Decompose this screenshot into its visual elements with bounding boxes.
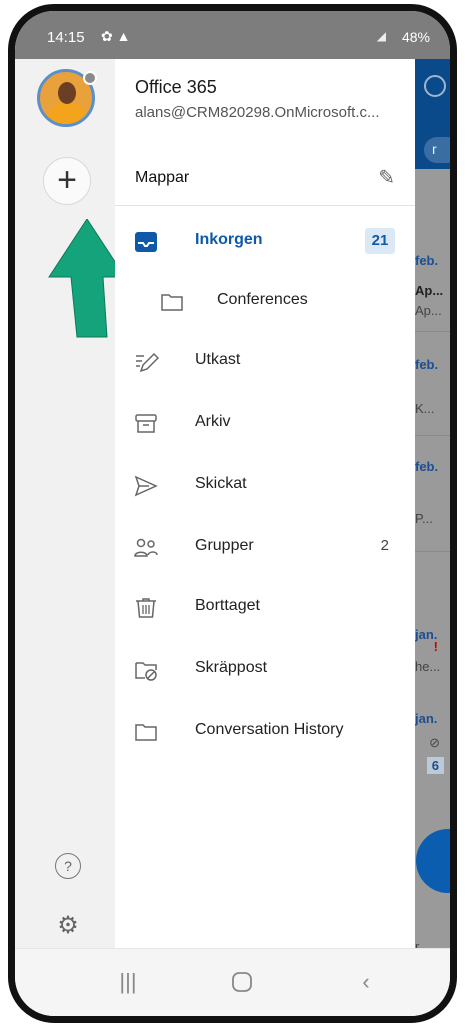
mail-header-bar: r bbox=[415, 59, 450, 169]
folder-item-grupper[interactable]: Grupper 2 bbox=[115, 517, 415, 579]
compose-fab bbox=[416, 829, 450, 893]
archive-icon bbox=[135, 414, 157, 433]
folder-item-arkiv[interactable]: Arkiv bbox=[115, 393, 415, 455]
notification-icons: ✿ ▲ bbox=[101, 28, 131, 44]
bg-thread-count: 6 bbox=[426, 757, 444, 774]
groups-icon bbox=[134, 538, 158, 557]
folders-header: Mappar ✎ bbox=[115, 155, 415, 205]
bg-subject: Ap... bbox=[415, 283, 444, 298]
filter-pill: r bbox=[424, 137, 450, 163]
sent-icon bbox=[134, 475, 158, 497]
unread-badge: 21 bbox=[365, 228, 395, 254]
folder-label: Borttaget bbox=[195, 597, 260, 614]
presence-indicator bbox=[83, 71, 97, 85]
folder-item-conferences[interactable]: Conferences bbox=[115, 271, 415, 333]
folder-label: Skräppost bbox=[195, 659, 268, 676]
folder-label: Grupper bbox=[195, 537, 254, 554]
drafts-icon bbox=[136, 352, 159, 373]
folder-icon bbox=[161, 294, 183, 311]
folder-item-skrappost[interactable]: Skräppost bbox=[115, 639, 415, 701]
important-icon: ! bbox=[433, 639, 438, 654]
folder-label: Conferences bbox=[217, 291, 308, 308]
inbox-icon bbox=[135, 232, 157, 252]
battery-level: 48% bbox=[401, 29, 430, 45]
attachment-icon: ⊘ bbox=[429, 735, 440, 750]
search-icon bbox=[424, 75, 446, 97]
background-mail-list: r feb. Ap... Ap... feb. K... feb. P... j… bbox=[415, 59, 450, 948]
folder-label: Arkiv bbox=[195, 413, 231, 430]
system-nav-bar: ||| ‹ bbox=[15, 948, 450, 1016]
bg-preview: r bbox=[415, 939, 420, 948]
folder-item-utkast[interactable]: Utkast bbox=[115, 331, 415, 393]
folder-label: Conversation History bbox=[195, 721, 344, 738]
folder-count: 2 bbox=[380, 537, 389, 554]
settings-gear-icon[interactable]: ⚙ bbox=[55, 913, 81, 939]
status-time: 14:15 bbox=[47, 29, 85, 46]
bg-date: feb. bbox=[415, 459, 439, 474]
bg-preview: P... bbox=[415, 511, 433, 526]
bg-preview: Ap... bbox=[415, 303, 442, 318]
filter-pill-text: r bbox=[432, 141, 437, 157]
folder-item-inkorgen[interactable]: Inkorgen 21 bbox=[115, 211, 415, 273]
bg-divider bbox=[415, 435, 450, 436]
back-icon[interactable]: ‹ bbox=[351, 967, 381, 997]
bg-divider bbox=[415, 331, 450, 332]
account-name: Office 365 bbox=[135, 77, 217, 97]
recent-apps-icon[interactable]: ||| bbox=[113, 967, 143, 997]
folders-title: Mappar bbox=[135, 169, 190, 186]
bg-preview: K... bbox=[415, 401, 435, 416]
bg-divider bbox=[415, 551, 450, 552]
folder-item-conversation-history[interactable]: Conversation History bbox=[115, 701, 415, 763]
avatar-head bbox=[58, 82, 76, 104]
folder-label: Skickat bbox=[195, 475, 247, 492]
junk-icon bbox=[135, 662, 157, 681]
edit-pencil-icon[interactable]: ✎ bbox=[378, 165, 395, 190]
trash-icon bbox=[136, 598, 156, 618]
folder-item-borttaget[interactable]: Borttaget bbox=[115, 577, 415, 639]
avatar-body bbox=[48, 102, 86, 124]
home-icon[interactable] bbox=[227, 967, 257, 997]
bg-date: feb. bbox=[415, 253, 439, 268]
folder-label: Utkast bbox=[195, 351, 241, 368]
bg-date: feb. bbox=[415, 357, 439, 372]
folder-item-skickat[interactable]: Skickat bbox=[115, 455, 415, 517]
screen: 14:15 ✿ ▲ ◢ 48% r feb. Ap... Ap... feb. … bbox=[15, 11, 450, 1016]
add-account-button[interactable]: + bbox=[43, 157, 91, 205]
bg-preview: he... bbox=[415, 659, 441, 674]
account-rail: + ? ⚙ bbox=[15, 59, 126, 948]
bg-date: jan. bbox=[415, 711, 438, 726]
header-divider bbox=[115, 205, 415, 206]
folder-drawer: Office 365 alans@CRM820298.OnMicrosoft.c… bbox=[115, 59, 415, 948]
signal-icon: ◢ bbox=[376, 29, 386, 43]
phone-frame: 14:15 ✿ ▲ ◢ 48% r feb. Ap... Ap... feb. … bbox=[8, 4, 457, 1023]
folder-label: Inkorgen bbox=[195, 231, 263, 248]
status-bar: 14:15 ✿ ▲ ◢ 48% bbox=[15, 11, 450, 59]
folder-icon bbox=[135, 724, 157, 741]
help-icon[interactable]: ? bbox=[55, 853, 81, 879]
account-email: alans@CRM820298.OnMicrosoft.c... bbox=[135, 104, 380, 121]
